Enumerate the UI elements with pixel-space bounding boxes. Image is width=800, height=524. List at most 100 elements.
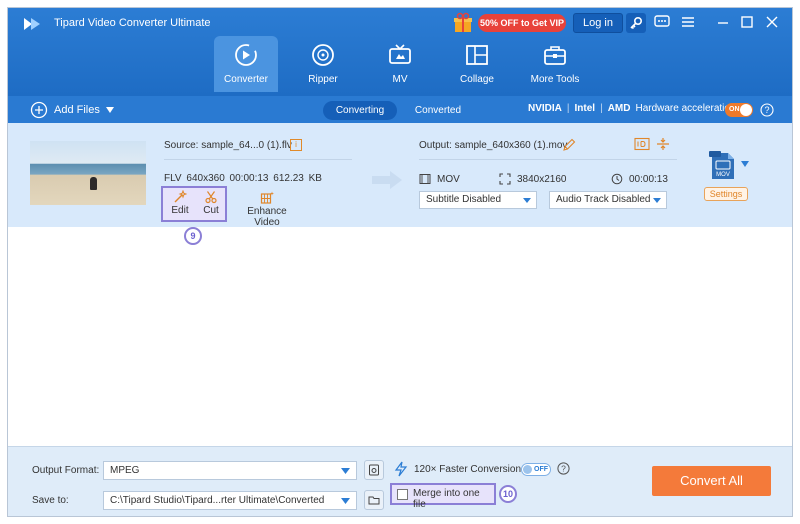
hardware-acceleration: NVIDIA | Intel | AMD Hardware accelerati…: [528, 103, 736, 114]
converter-icon: [235, 44, 257, 66]
format-settings-button[interactable]: [364, 460, 384, 480]
info-icon[interactable]: i: [290, 139, 302, 151]
scissors-icon: [205, 191, 217, 204]
app-window: Tipard Video Converter Ultimate 50% OFF …: [7, 7, 793, 517]
output-file-name: Output: sample_640x360 (1).mov: [419, 140, 568, 151]
audio-track-dropdown[interactable]: Audio Track Disabled: [549, 191, 667, 209]
file-item: Source: sample_64...0 (1).flv i FLV 640x…: [8, 123, 792, 245]
output-format: MOV: [419, 173, 460, 185]
help-icon[interactable]: ?: [557, 462, 570, 475]
chevron-down-icon: [341, 498, 350, 504]
subtitle-dropdown[interactable]: Subtitle Disabled: [419, 191, 537, 209]
edit-button[interactable]: Edit: [166, 190, 194, 216]
divider: [164, 159, 352, 160]
minimize-icon[interactable]: [713, 12, 733, 32]
merge-label: Merge into one file: [413, 488, 480, 510]
chevron-down-icon[interactable]: [741, 161, 749, 167]
cut-button[interactable]: Cut: [197, 190, 225, 216]
open-folder-button[interactable]: [364, 490, 384, 510]
tab-collage[interactable]: Collage: [445, 36, 509, 92]
svg-text:?: ?: [561, 464, 566, 474]
converter-toolbar: Add Files Converting Converted NVIDIA | …: [8, 96, 792, 123]
film-icon: [419, 174, 431, 184]
cut-label: Cut: [203, 205, 219, 216]
chevron-down-icon: [523, 198, 531, 203]
plus-circle-icon: [30, 101, 48, 119]
key-icon: [630, 17, 643, 30]
tab-more-tools[interactable]: More Tools: [522, 36, 588, 92]
output-duration: 00:00:13: [611, 173, 668, 185]
chat-icon[interactable]: [652, 12, 672, 32]
app-title: Tipard Video Converter Ultimate: [54, 17, 211, 29]
output-format-select[interactable]: MPEG: [103, 461, 357, 480]
output-resolution-value: 3840x2160: [517, 173, 567, 185]
output-format-value: MOV: [437, 173, 460, 185]
video-thumbnail[interactable]: [30, 141, 146, 205]
source-resolution: 640x360: [186, 173, 225, 184]
register-button[interactable]: [626, 13, 646, 33]
faster-toggle-state: OFF: [534, 466, 548, 473]
output-duration-value: 00:00:13: [629, 173, 668, 185]
tv-icon: [389, 44, 411, 64]
tab-collage-label: Collage: [460, 74, 494, 85]
toggle-knob: [740, 104, 752, 116]
chevron-down-icon: [341, 468, 350, 474]
close-icon[interactable]: [762, 12, 782, 32]
source-format: FLV: [164, 173, 182, 184]
arrow-right-icon: [372, 171, 402, 189]
tab-converter[interactable]: Converter: [214, 36, 278, 92]
output-info-icon[interactable]: [634, 137, 650, 151]
tab-converted[interactable]: Converted: [408, 101, 468, 120]
tab-converting[interactable]: Converting: [323, 101, 397, 120]
chevron-down-icon[interactable]: [105, 107, 114, 113]
hw-nvidia: NVIDIA: [528, 103, 562, 114]
enhance-label: Enhance Video: [247, 206, 287, 228]
gift-icon[interactable]: [452, 12, 474, 34]
enhance-video-button[interactable]: Enhance Video: [234, 191, 300, 228]
add-files-label: Add Files: [54, 104, 100, 116]
expand-icon: [499, 173, 511, 185]
compress-icon[interactable]: [656, 137, 670, 151]
settings-button[interactable]: Settings: [704, 187, 748, 201]
convert-all-button[interactable]: Convert All: [652, 466, 771, 496]
menu-icon[interactable]: [678, 12, 698, 32]
clock-icon: [611, 173, 623, 185]
output-resolution: 3840x2160: [499, 173, 567, 185]
subtitle-value: Subtitle Disabled: [426, 194, 502, 205]
hw-separator: |: [600, 103, 603, 114]
enhance-icon: [260, 191, 274, 204]
add-files-button[interactable]: Add Files: [30, 101, 114, 119]
help-icon[interactable]: ?: [760, 103, 774, 117]
source-duration: 00:00:13: [229, 173, 269, 184]
tab-more-tools-label: More Tools: [530, 74, 580, 85]
hw-toggle-state: ON: [729, 106, 740, 113]
output-format-selector[interactable]: MOV: [708, 149, 738, 181]
disc-icon: [312, 44, 334, 66]
save-to-select[interactable]: C:\Tipard Studio\Tipard...rter Ultimate\…: [103, 491, 357, 510]
faster-conversion-toggle[interactable]: OFF: [521, 463, 551, 476]
bottom-bar: Output Format: MPEG Save to: C:\Tipard S…: [8, 446, 792, 516]
source-size: 612.23 KB: [273, 173, 322, 184]
format-badge-label: MOV: [716, 172, 730, 178]
output-format-select-value: MPEG: [110, 465, 140, 476]
collage-icon: [466, 45, 488, 65]
magic-wand-icon: [174, 190, 187, 203]
divider: [419, 159, 677, 160]
login-button[interactable]: Log in: [573, 13, 623, 33]
maximize-icon[interactable]: [737, 12, 757, 32]
source-meta: FLV 640x360 00:00:13 612.23 KB: [164, 173, 322, 184]
tab-mv-label: MV: [392, 74, 408, 85]
hw-separator: |: [566, 103, 570, 114]
tab-converter-label: Converter: [224, 74, 268, 85]
gear-icon: [369, 464, 379, 476]
edit-cut-highlight: Edit Cut: [161, 186, 227, 222]
hardware-acceleration-toggle[interactable]: ON: [725, 103, 753, 117]
merge-checkbox[interactable]: [397, 489, 408, 500]
hw-amd: AMD: [607, 103, 631, 114]
title-bar: Tipard Video Converter Ultimate 50% OFF …: [8, 8, 792, 96]
vip-offer-badge[interactable]: 50% OFF to Get VIP: [478, 14, 566, 32]
pencil-icon[interactable]: [562, 138, 576, 152]
tab-mv[interactable]: MV: [368, 36, 432, 92]
tab-ripper[interactable]: Ripper: [291, 36, 355, 92]
save-to-label: Save to:: [32, 495, 69, 506]
